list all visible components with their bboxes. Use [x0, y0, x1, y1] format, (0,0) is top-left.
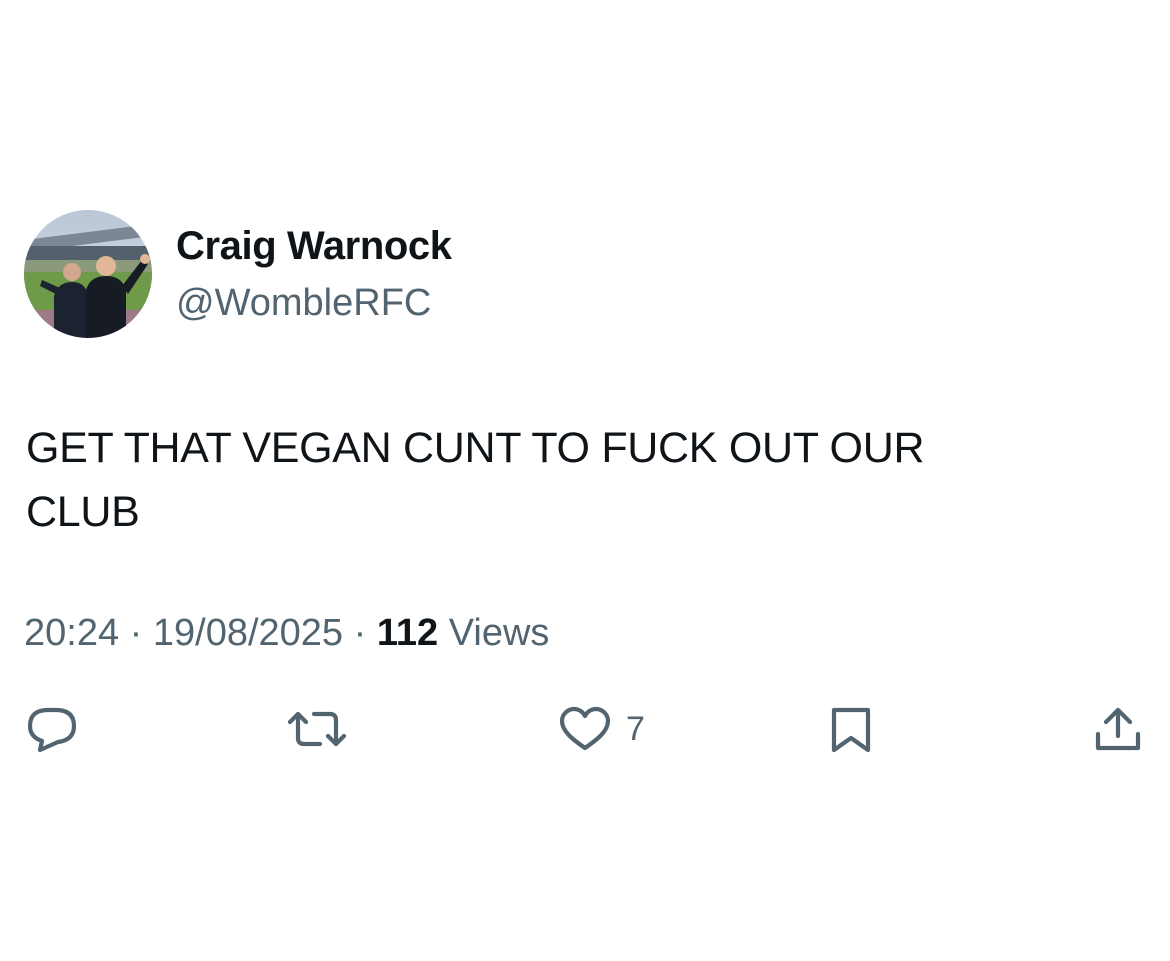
- bookmark-icon: [831, 707, 871, 753]
- author-display-name[interactable]: Craig Warnock: [176, 224, 452, 269]
- reply-button[interactable]: [26, 706, 78, 752]
- share-icon: [1095, 707, 1141, 751]
- author-handle[interactable]: @WombleRFC: [176, 282, 431, 325]
- meta-separator: ·: [353, 612, 377, 654]
- views-label[interactable]: Views: [449, 612, 550, 654]
- avatar[interactable]: [24, 210, 152, 338]
- tweet-time[interactable]: 20:24: [24, 612, 119, 654]
- heart-icon: [559, 706, 611, 751]
- avatar-photo: [24, 210, 152, 338]
- tweet-date[interactable]: 19/08/2025: [153, 612, 343, 654]
- retweet-button[interactable]: [286, 706, 348, 752]
- tweet-text: GET THAT VEGAN CUNT TO FUCK OUT OUR CLUB: [26, 416, 1086, 544]
- like-button[interactable]: 7: [558, 706, 645, 752]
- reply-icon: [27, 707, 77, 752]
- like-count: 7: [626, 709, 645, 748]
- tweet-text-line: CLUB: [26, 488, 140, 536]
- views-count[interactable]: 112: [377, 612, 449, 654]
- share-button[interactable]: [1094, 706, 1142, 754]
- meta-separator: ·: [129, 612, 153, 654]
- bookmark-button[interactable]: [830, 706, 874, 754]
- tweet-meta: 20:24 · 19/08/2025 · 112 Views: [24, 612, 549, 655]
- retweet-icon: [287, 711, 347, 747]
- tweet-text-line: GET THAT VEGAN CUNT TO FUCK OUT OUR: [26, 424, 925, 472]
